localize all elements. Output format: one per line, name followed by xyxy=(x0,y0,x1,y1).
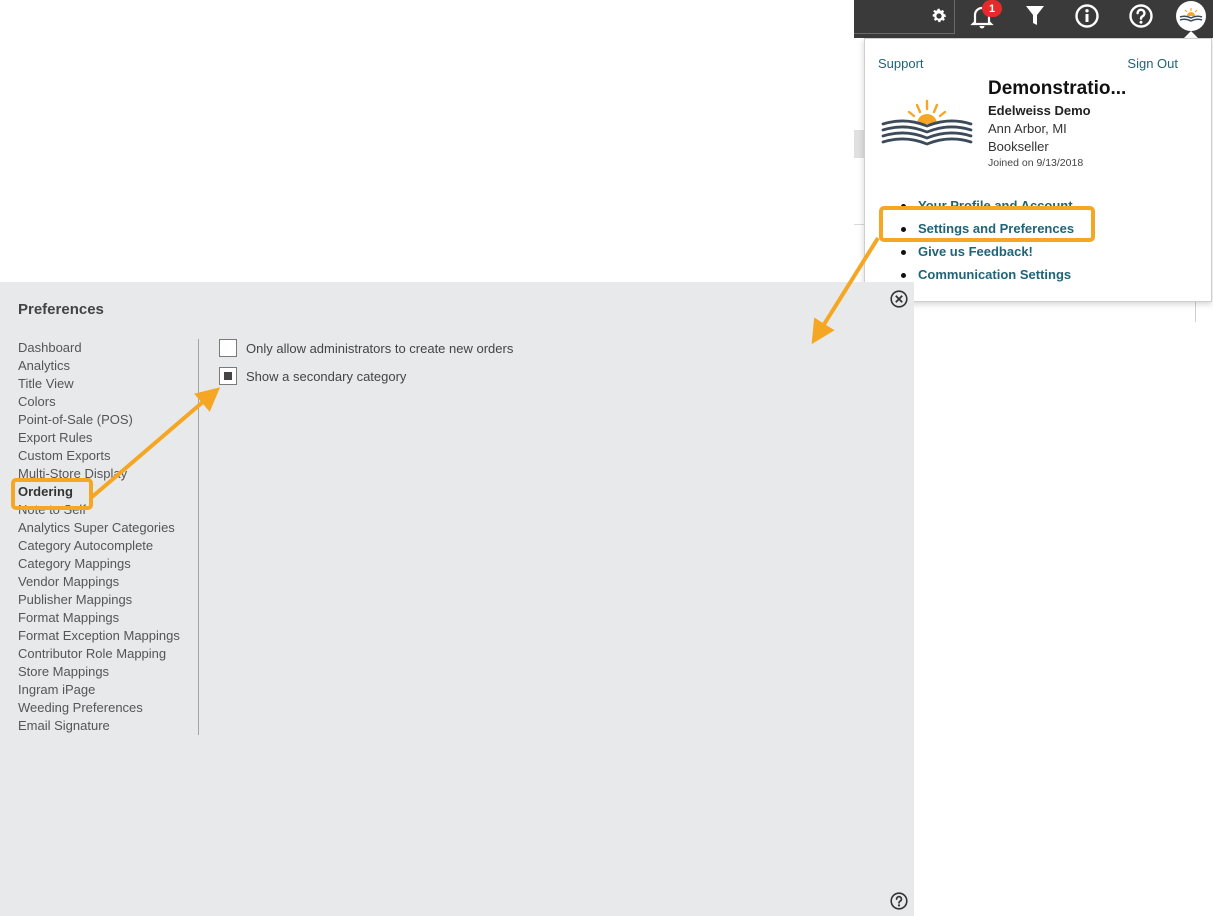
admin-only-orders-checkbox[interactable] xyxy=(219,339,237,357)
nav-item-dashboard[interactable]: Dashboard xyxy=(18,339,180,357)
menu-item-feedback[interactable]: Give us Feedback! xyxy=(901,243,1074,266)
preferences-panel: Preferences Dashboard Analytics Title Vi… xyxy=(0,282,914,916)
option-secondary-category[interactable]: Show a secondary category xyxy=(219,367,406,385)
preferences-nav: Dashboard Analytics Title View Colors Po… xyxy=(18,339,180,735)
notification-badge: 1 xyxy=(982,0,1002,17)
nav-item-pos[interactable]: Point-of-Sale (POS) xyxy=(18,411,180,429)
dropdown-caret xyxy=(1184,31,1198,38)
info-icon[interactable] xyxy=(1073,2,1101,30)
avatar[interactable] xyxy=(1176,1,1206,31)
nav-item-format-mappings[interactable]: Format Mappings xyxy=(18,609,180,627)
top-toolbar: 1 xyxy=(854,0,1213,38)
org-name: Demonstratio... xyxy=(988,78,1127,99)
admin-only-orders-label: Only allow administrators to create new … xyxy=(246,340,514,356)
nav-item-format-exception-mappings[interactable]: Format Exception Mappings xyxy=(18,627,180,645)
checkbox-checked-mark xyxy=(224,372,232,380)
gear-icon[interactable] xyxy=(925,2,953,30)
annotation-highlight-ordering xyxy=(11,478,93,510)
secondary-category-checkbox[interactable] xyxy=(219,367,237,385)
nav-item-email-signature[interactable]: Email Signature xyxy=(18,717,180,735)
nav-item-category-mappings[interactable]: Category Mappings xyxy=(18,555,180,573)
nav-item-analytics-super-categories[interactable]: Analytics Super Categories xyxy=(18,519,180,537)
nav-item-store-mappings[interactable]: Store Mappings xyxy=(18,663,180,681)
nav-item-contributor-role-mapping[interactable]: Contributor Role Mapping xyxy=(18,645,180,663)
menu-item-communication-settings[interactable]: Communication Settings xyxy=(901,266,1074,289)
background-grey-block xyxy=(854,130,864,158)
help-icon[interactable] xyxy=(890,892,908,914)
nav-item-weeding-preferences[interactable]: Weeding Preferences xyxy=(18,699,180,717)
close-icon[interactable] xyxy=(890,290,908,312)
nav-item-colors[interactable]: Colors xyxy=(18,393,180,411)
nav-divider xyxy=(198,339,199,735)
edelweiss-logo-icon xyxy=(881,99,973,153)
page-title: Preferences xyxy=(18,301,104,318)
toolbar-separator xyxy=(954,0,955,33)
nav-item-publisher-mappings[interactable]: Publisher Mappings xyxy=(18,591,180,609)
org-location: Ann Arbor, MI xyxy=(988,121,1067,136)
support-link[interactable]: Support xyxy=(878,56,924,71)
book-logo-icon xyxy=(1179,8,1203,22)
nav-item-analytics[interactable]: Analytics xyxy=(18,357,180,375)
help-icon[interactable] xyxy=(1127,2,1155,30)
toolbar-search-border xyxy=(854,33,955,34)
filter-icon[interactable] xyxy=(1021,2,1049,30)
account-type: Bookseller xyxy=(988,139,1049,154)
nav-item-export-rules[interactable]: Export Rules xyxy=(18,429,180,447)
option-admin-only-orders[interactable]: Only allow administrators to create new … xyxy=(219,339,513,357)
nav-item-vendor-mappings[interactable]: Vendor Mappings xyxy=(18,573,180,591)
org-subtitle: Edelweiss Demo xyxy=(988,103,1091,118)
nav-item-ingram-ipage[interactable]: Ingram iPage xyxy=(18,681,180,699)
nav-item-category-autocomplete[interactable]: Category Autocomplete xyxy=(18,537,180,555)
account-dropdown: Support Sign Out Demonstratio... Edelwei… xyxy=(864,38,1212,302)
nav-item-custom-exports[interactable]: Custom Exports xyxy=(18,447,180,465)
secondary-category-label: Show a secondary category xyxy=(246,368,407,384)
annotation-highlight-settings xyxy=(879,206,1095,242)
sign-out-link[interactable]: Sign Out xyxy=(1127,56,1178,71)
joined-date: Joined on 9/13/2018 xyxy=(988,157,1084,169)
nav-item-title-view[interactable]: Title View xyxy=(18,375,180,393)
